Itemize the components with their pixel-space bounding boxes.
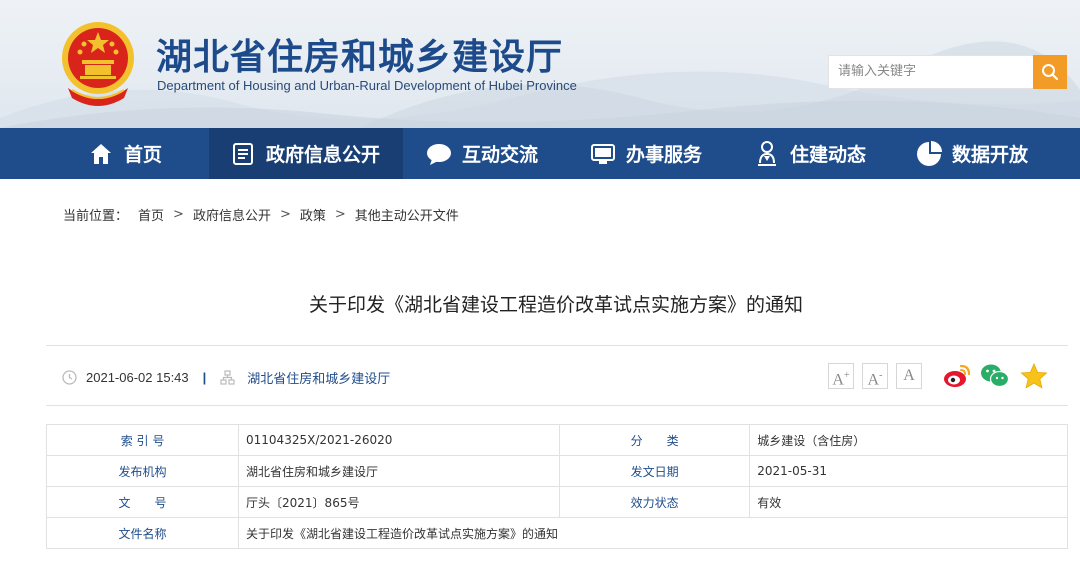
info-label: 效力状态	[559, 486, 751, 518]
document-info-table: 索 引 号 01104325X/2021-26020 分 类 城乡建设（含住房）…	[45, 424, 1068, 549]
table-row: 发布机构 湖北省住房和城乡建设厅 发文日期 2021-05-31	[45, 455, 1068, 487]
nav-item-gov-info[interactable]: 政府信息公开	[209, 128, 403, 179]
font-reset-button[interactable]: A	[896, 363, 922, 389]
site-subtitle: Department of Housing and Urban-Rural De…	[157, 78, 577, 93]
font-button-sup: +	[843, 370, 850, 381]
nav-item-open-data[interactable]: 数据开放	[916, 128, 1028, 179]
nav-item-interaction[interactable]: 互动交流	[426, 128, 538, 179]
info-label: 发文日期	[559, 455, 751, 487]
weibo-icon[interactable]	[942, 362, 972, 390]
clock-icon	[62, 369, 77, 385]
chat-bubble-icon	[426, 141, 452, 167]
divider	[46, 345, 1068, 346]
publish-datetime: 2021-06-02 15:43	[86, 369, 189, 385]
breadcrumb-item-policy[interactable]: 政策	[300, 205, 326, 224]
info-value: 2021-05-31	[749, 455, 1068, 487]
document-list-icon	[230, 141, 256, 167]
nav-item-label: 住建动态	[790, 144, 867, 166]
info-value: 有效	[749, 486, 1068, 518]
breadcrumb-item-other-files[interactable]: 其他主动公开文件	[355, 205, 459, 224]
info-label: 文 号	[45, 486, 240, 518]
info-label: 发布机构	[45, 455, 240, 487]
info-label: 索 引 号	[45, 424, 240, 456]
font-button-label: A	[832, 371, 844, 389]
info-value: 湖北省住房和城乡建设厅	[238, 455, 561, 487]
pie-chart-icon	[916, 140, 942, 167]
info-label: 文件名称	[45, 517, 240, 549]
meta-separator: |	[202, 369, 207, 385]
nav-item-label: 互动交流	[462, 144, 539, 166]
info-value-file-name: 关于印发《湖北省建设工程造价改革试点实施方案》的通知	[238, 517, 1068, 549]
monitor-icon	[590, 141, 616, 167]
font-decrease-button[interactable]: A-	[862, 363, 888, 389]
national-emblem-icon	[62, 22, 134, 106]
font-button-label: A	[867, 371, 880, 389]
page: 湖北省住房和城乡建设厅 Department of Housing and Ur…	[0, 0, 1080, 576]
table-row: 文 号 厅头〔2021〕865号 效力状态 有效	[45, 486, 1068, 518]
person-pin-icon	[754, 140, 780, 167]
breadcrumb-item-gov-info[interactable]: 政府信息公开	[193, 205, 271, 224]
site-header: 湖北省住房和城乡建设厅 Department of Housing and Ur…	[0, 0, 1080, 128]
font-increase-button[interactable]: A+	[828, 363, 854, 389]
nav-item-home[interactable]: 首页	[88, 128, 162, 179]
info-value: 城乡建设（含住房）	[749, 424, 1068, 456]
nav-item-label: 办事服务	[626, 144, 703, 166]
nav-item-services[interactable]: 办事服务	[590, 128, 702, 179]
breadcrumb-separator: >	[334, 207, 346, 222]
info-value: 厅头〔2021〕865号	[238, 486, 561, 518]
breadcrumb-item-home[interactable]: 首页	[138, 205, 164, 224]
main-nav: 首页 政府信息公开 互动交流 办事服务 住建动态 数据开放	[0, 128, 1080, 179]
breadcrumb-prefix: 当前位置：	[63, 209, 129, 224]
table-row: 索 引 号 01104325X/2021-26020 分 类 城乡建设（含住房）	[45, 424, 1068, 456]
breadcrumb-separator: >	[279, 207, 291, 222]
divider	[46, 405, 1068, 406]
info-label: 分 类	[559, 424, 751, 456]
table-row: 文件名称 关于印发《湖北省建设工程造价改革试点实施方案》的通知	[45, 517, 1068, 549]
org-structure-icon	[220, 369, 235, 385]
nav-item-label: 数据开放	[952, 144, 1029, 166]
home-icon	[88, 141, 114, 167]
info-value: 01104325X/2021-26020	[238, 424, 561, 456]
breadcrumb: 当前位置： 首页 > 政府信息公开 > 政策 > 其他主动公开文件	[63, 205, 459, 224]
font-button-sup: -	[879, 370, 883, 381]
site-title: 湖北省住房和城乡建设厅	[156, 37, 564, 78]
search-input[interactable]: 请输入关键字	[828, 55, 1034, 89]
nav-item-news[interactable]: 住建动态	[754, 128, 866, 179]
search-icon	[1042, 64, 1059, 81]
article-title: 关于印发《湖北省建设工程造价改革试点实施方案》的通知	[308, 294, 803, 316]
breadcrumb-separator: >	[173, 207, 184, 222]
wechat-icon[interactable]	[980, 362, 1010, 390]
font-button-label: A	[903, 367, 915, 384]
article-source: 湖北省住房和城乡建设厅	[247, 370, 391, 386]
article-meta: 2021-06-02 15:43 | 湖北省住房和城乡建设厅	[62, 366, 390, 388]
search-button[interactable]	[1033, 55, 1067, 89]
nav-item-label: 首页	[124, 144, 163, 166]
nav-item-label: 政府信息公开	[266, 144, 381, 166]
favorite-star-icon[interactable]	[1019, 362, 1049, 390]
